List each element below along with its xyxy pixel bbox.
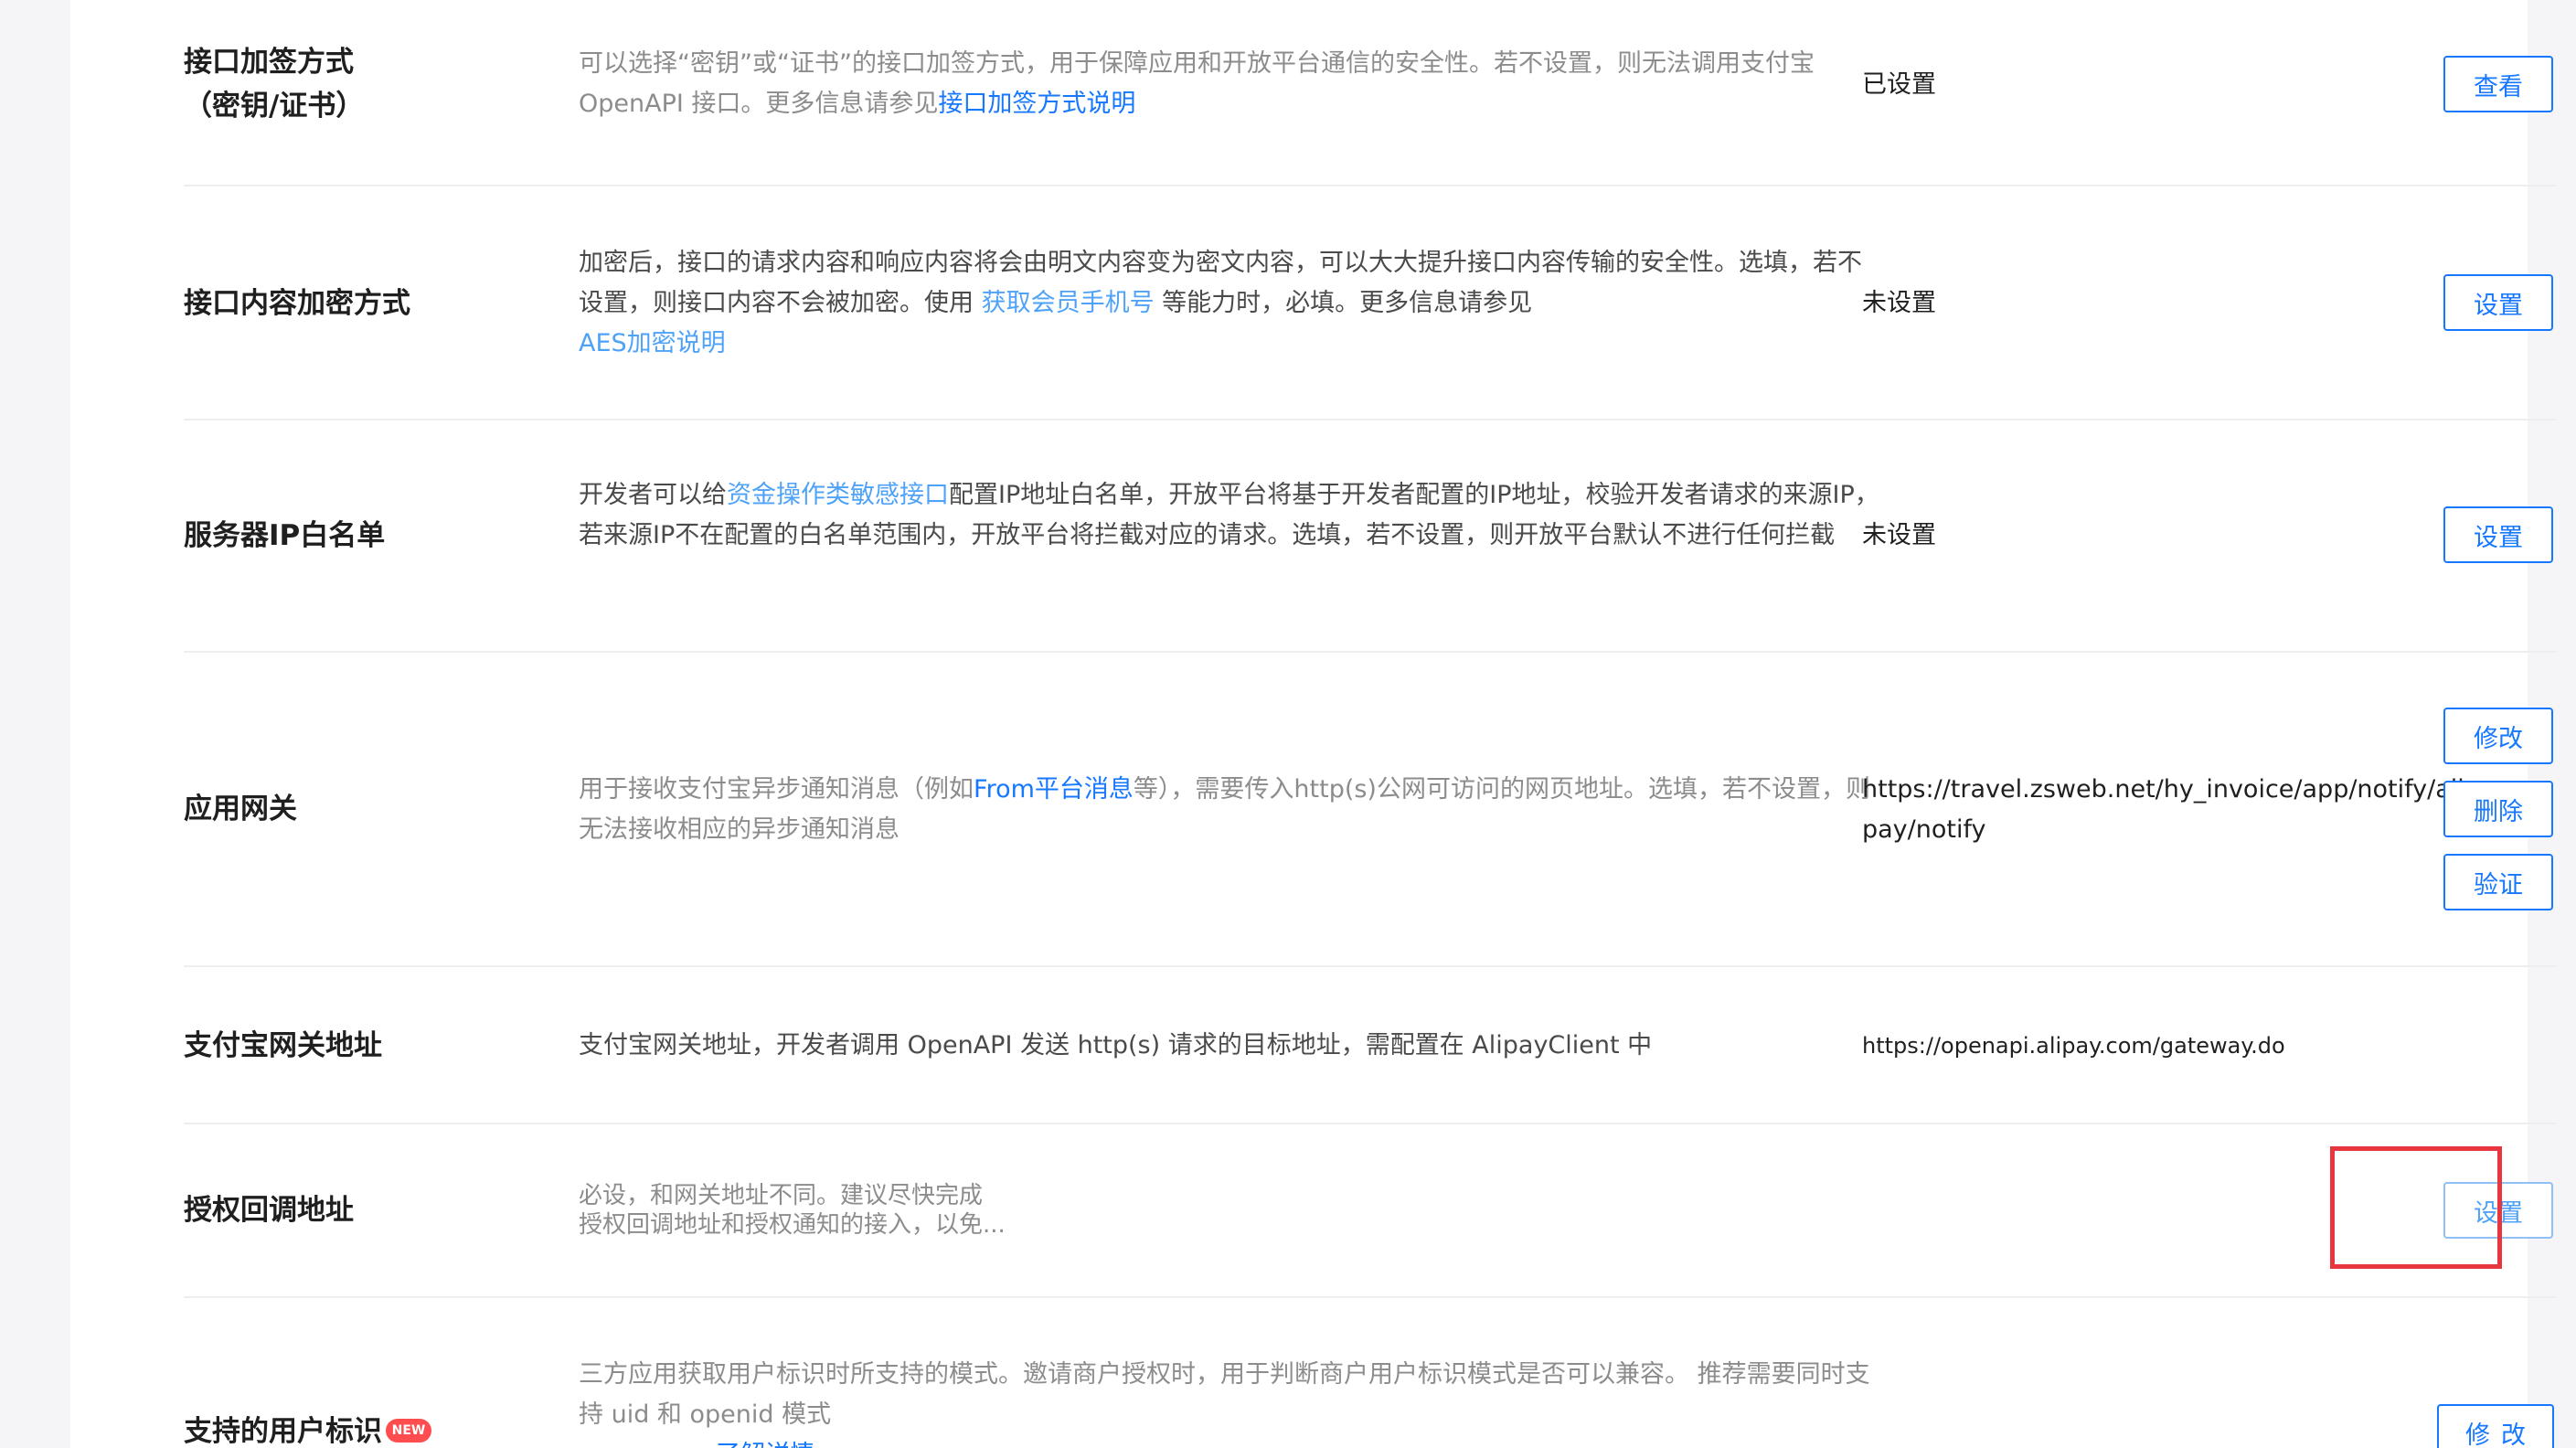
- alipay-gateway-url-value: https://openapi.alipay.com/gateway.do: [1862, 1033, 2285, 1059]
- get-phone-number-link[interactable]: 获取会员手机号: [982, 289, 1155, 317]
- row-description: 开发者可以给资金操作类敏感接口配置IP地址白名单，开放平台将基于开发者配置的IP…: [579, 475, 1886, 556]
- delete-gateway-button[interactable]: 删除: [2443, 781, 2553, 837]
- status-value: 未设置: [1862, 521, 1936, 549]
- row-description: 用于接收支付宝异步通知消息（例如From平台消息等），需要传入http(s)公网…: [579, 770, 1886, 850]
- signing-method-doc-link[interactable]: 接口加签方式说明: [938, 90, 1135, 118]
- row-content-encryption: 接口内容加密方式 加密后，接口的请求内容和响应内容将会由明文内容变为密文内容，可…: [184, 186, 2557, 421]
- row-description: 加密后，接口的请求内容和响应内容将会由明文内容变为密文内容，可以大大提升接口内容…: [579, 243, 1886, 364]
- edit-gateway-button[interactable]: 修改: [2443, 708, 2553, 764]
- row-label: 支持的用户标识 NEW: [184, 1410, 568, 1448]
- description-line-1: 必设，和网关地址不同。建议尽快完成: [579, 1182, 984, 1209]
- learn-more-link[interactable]: 了解详情: [716, 1441, 814, 1448]
- description-text: 三方应用获取用户标识时所支持的模式。邀请商户授权时，用于判断商户用户标识模式是否…: [579, 1360, 1870, 1429]
- row-label: 授权回调地址: [184, 1194, 354, 1227]
- description-text-2: 等能力时，必填。更多信息请参见: [1154, 289, 1533, 317]
- row-alipay-gateway: 支付宝网关地址 支付宝网关地址，开发者调用 OpenAPI 发送 http(s)…: [184, 967, 2557, 1124]
- view-button[interactable]: 查看: [2443, 56, 2553, 112]
- row-description: 可以选择“密钥”或“证书”的接口加签方式，用于保障应用和开放平台通信的安全性。若…: [579, 44, 1886, 124]
- edit-identifier-button[interactable]: 修改: [2437, 1404, 2554, 1448]
- configure-callback-button[interactable]: 设置: [2443, 1182, 2553, 1239]
- row-auth-callback: 授权回调地址 必设，和网关地址不同。建议尽快完成 授权回调地址和授权通知的接入，…: [184, 1124, 2557, 1298]
- sensitive-api-link[interactable]: 资金操作类敏感接口: [727, 481, 949, 509]
- row-label: 接口内容加密方式: [184, 287, 410, 320]
- row-label: 应用网关: [184, 793, 297, 825]
- row-description: 支付宝网关地址，开发者调用 OpenAPI 发送 http(s) 请求的目标地址…: [579, 1031, 1653, 1059]
- row-signing-method: 接口加签方式 （密钥/证书） 可以选择“密钥”或“证书”的接口加签方式，用于保障…: [184, 0, 2557, 186]
- row-description: 三方应用获取用户标识时所支持的模式。邀请商户授权时，用于判断商户用户标识模式是否…: [579, 1355, 1886, 1448]
- verify-gateway-button[interactable]: 验证: [2443, 854, 2553, 910]
- configure-whitelist-button[interactable]: 设置: [2443, 506, 2553, 563]
- row-label-text: 支持的用户标识: [184, 1415, 382, 1448]
- description-line-2: 授权回调地址和授权通知的接入，以免...: [579, 1211, 1006, 1239]
- settings-card: 接口加签方式 （密钥/证书） 可以选择“密钥”或“证书”的接口加签方式，用于保障…: [70, 0, 2557, 1448]
- gateway-url-value: https://travel.zsweb.net/hy_invoice/app/…: [1862, 775, 2464, 844]
- description-text: 可以选择“密钥”或“证书”的接口加签方式，用于保障应用和开放平台通信的安全性。若…: [579, 49, 1815, 118]
- row-app-gateway: 应用网关 用于接收支付宝异步通知消息（例如From平台消息等），需要传入http…: [184, 653, 2557, 967]
- platform-message-link[interactable]: From平台消息: [974, 775, 1134, 804]
- row-label-line1: 接口加签方式: [184, 46, 354, 79]
- status-value: 已设置: [1862, 70, 1936, 99]
- row-label: 服务器IP白名单: [184, 519, 386, 552]
- configure-encryption-button[interactable]: 设置: [2443, 274, 2553, 331]
- description-text-1: 开发者可以给: [579, 481, 727, 509]
- status-value: 未设置: [1862, 289, 1936, 317]
- aes-doc-link[interactable]: AES加密说明: [579, 329, 726, 357]
- row-description: 必设，和网关地址不同。建议尽快完成 授权回调地址和授权通知的接入，以免...: [579, 1181, 1886, 1240]
- row-ip-whitelist: 服务器IP白名单 开发者可以给资金操作类敏感接口配置IP地址白名单，开放平台将基…: [184, 421, 2557, 653]
- row-label: 支付宝网关地址: [184, 1029, 382, 1062]
- row-label-line2: （密钥/证书）: [184, 90, 365, 122]
- row-label: 接口加签方式 （密钥/证书）: [184, 40, 531, 128]
- row-user-identifier: 支持的用户标识 NEW 三方应用获取用户标识时所支持的模式。邀请商户授权时，用于判…: [184, 1298, 2557, 1448]
- new-badge: NEW: [386, 1418, 431, 1443]
- settings-page: 接口加签方式 （密钥/证书） 可以选择“密钥”或“证书”的接口加签方式，用于保障…: [0, 0, 2576, 1448]
- description-text-1: 用于接收支付宝异步通知消息（例如: [579, 775, 974, 804]
